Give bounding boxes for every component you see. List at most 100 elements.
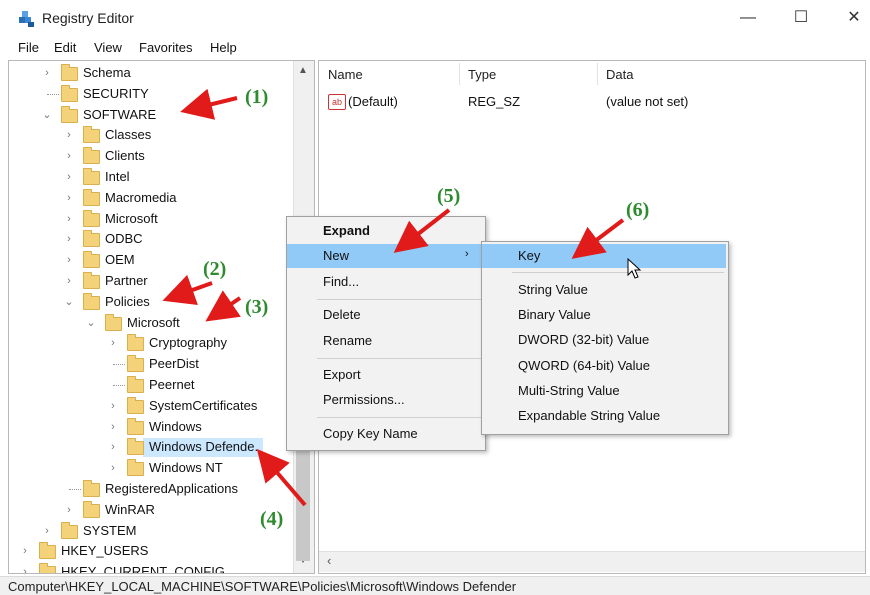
chevron-right-icon[interactable]: ›: [107, 333, 119, 353]
chevron-down-icon[interactable]: ⌄: [63, 292, 75, 312]
folder-icon: [61, 64, 78, 81]
chevron-right-icon[interactable]: ›: [63, 250, 75, 270]
menu-find[interactable]: Find...: [287, 270, 485, 294]
tree-item-label: Windows NT: [149, 460, 223, 476]
menu-permissions[interactable]: Permissions...: [287, 388, 485, 412]
submenu-expandable-string-value[interactable]: Expandable String Value: [482, 404, 726, 428]
folder-icon: [105, 313, 122, 331]
tree-item-label: HKEY_USERS: [61, 543, 149, 559]
menu-help[interactable]: Help: [210, 40, 237, 55]
tree-item-label: Schema: [83, 65, 131, 80]
submenu-chevron-icon: ›: [465, 248, 469, 260]
chevron-right-icon[interactable]: ›: [63, 125, 75, 145]
folder-icon: [83, 251, 100, 269]
tree-item-label: Microsoft: [105, 210, 158, 226]
chevron-right-icon[interactable]: ›: [63, 271, 75, 291]
folder-icon: [83, 272, 100, 289]
submenu-qword-value[interactable]: QWORD (64-bit) Value: [482, 354, 726, 378]
chevron-right-icon[interactable]: ›: [41, 521, 53, 541]
chevron-right-icon[interactable]: ›: [107, 437, 119, 457]
tree-item-label: Clients: [105, 148, 145, 164]
folder-icon: [83, 230, 100, 248]
tree-item-label: Intel: [105, 169, 130, 184]
values-horizontal-scrollbar[interactable]: ‹: [319, 551, 865, 572]
column-header-name[interactable]: Name: [328, 67, 363, 82]
new-submenu: Key String Value Binary Value DWORD (32-…: [481, 241, 729, 435]
title-bar: Registry Editor — ☐ ✕: [0, 0, 870, 36]
chevron-right-icon[interactable]: ›: [19, 541, 31, 561]
scroll-up-icon[interactable]: ▲: [298, 65, 308, 76]
folder-icon: [61, 521, 78, 539]
string-value-icon: ab: [328, 94, 346, 110]
menu-view[interactable]: View: [94, 40, 122, 55]
column-header-data[interactable]: Data: [606, 67, 633, 82]
chevron-right-icon[interactable]: ›: [63, 500, 75, 520]
column-header-type[interactable]: Type: [468, 67, 496, 82]
folder-icon: [83, 126, 100, 144]
tree-item-label: WinRAR: [105, 501, 155, 517]
value-data: (value not set): [606, 94, 689, 109]
value-type: REG_SZ: [468, 94, 521, 109]
tree-item-label: ODBC: [105, 231, 143, 247]
chevron-right-icon[interactable]: ›: [63, 146, 75, 166]
maximize-button[interactable]: ☐: [783, 6, 819, 30]
folder-icon: [83, 147, 100, 165]
chevron-right-icon[interactable]: ›: [107, 458, 119, 478]
annotation-label-2: (2): [203, 258, 227, 280]
close-button[interactable]: ✕: [836, 6, 870, 30]
tree-item-label: PeerDist: [149, 356, 199, 372]
chevron-down-icon[interactable]: ⌄: [85, 313, 97, 333]
minimize-button[interactable]: —: [730, 6, 766, 30]
tree-item-label: HKEY_CURRENT_CONFIG: [61, 564, 225, 574]
tree-item-label: SYSTEM: [83, 522, 137, 538]
submenu-dword-value[interactable]: DWORD (32-bit) Value: [482, 328, 726, 352]
chevron-right-icon[interactable]: ›: [107, 417, 119, 437]
submenu-string-value[interactable]: String Value: [482, 278, 726, 302]
menu-copy-key-name[interactable]: Copy Key Name: [287, 422, 485, 446]
submenu-binary-value[interactable]: Binary Value: [482, 303, 726, 327]
annotation-label-6: (6): [626, 199, 650, 221]
folder-icon: [127, 438, 144, 456]
folder-icon: [127, 376, 144, 393]
menu-file[interactable]: File: [18, 40, 39, 55]
tree-item-label: Policies: [105, 293, 150, 309]
tree-connector: [113, 385, 125, 386]
chevron-right-icon[interactable]: ›: [19, 562, 31, 573]
tree-connector: [113, 364, 125, 366]
menu-export[interactable]: Export: [287, 363, 485, 387]
menu-edit[interactable]: Edit: [54, 40, 76, 55]
submenu-multi-string-value[interactable]: Multi-String Value: [482, 379, 726, 403]
annotation-label-4: (4): [260, 508, 284, 530]
key-tree-pane[interactable]: › Schema SECURITY ⌄ SOFTWARE › Classes › Clients…: [8, 60, 315, 574]
chevron-right-icon[interactable]: ›: [63, 229, 75, 249]
folder-icon: [39, 563, 56, 573]
folder-icon: [83, 209, 100, 227]
tree-item-label: Windows Defende.: [149, 439, 259, 455]
menu-delete[interactable]: Delete: [287, 303, 485, 327]
window-title: Registry Editor: [42, 10, 134, 26]
tree-item-label: Microsoft: [127, 314, 180, 330]
mouse-cursor-icon: [627, 258, 642, 279]
tree-item-label: Cryptography: [149, 335, 228, 351]
chevron-right-icon[interactable]: ›: [63, 209, 75, 229]
chevron-right-icon[interactable]: ›: [41, 63, 53, 83]
menu-rename[interactable]: Rename: [287, 329, 485, 353]
annotation-label-3: (3): [245, 296, 269, 318]
status-bar: Computer\HKEY_LOCAL_MACHINE\SOFTWARE\Pol…: [0, 576, 870, 595]
menu-new[interactable]: New: [287, 244, 485, 268]
menu-favorites[interactable]: Favorites: [139, 40, 192, 55]
tree-connector: [47, 93, 59, 95]
submenu-key[interactable]: Key: [482, 244, 726, 268]
chevron-right-icon[interactable]: ›: [63, 167, 75, 187]
chevron-right-icon[interactable]: ›: [63, 188, 75, 208]
chevron-right-icon[interactable]: ›: [107, 396, 119, 416]
folder-icon: [83, 292, 100, 310]
tree-item-label: OEM: [105, 252, 135, 268]
scroll-left-icon[interactable]: ‹: [327, 553, 331, 568]
chevron-down-icon[interactable]: ⌄: [41, 105, 53, 125]
tree-item-label: Windows: [149, 418, 202, 434]
folder-icon: [83, 168, 100, 185]
menu-expand[interactable]: Expand: [287, 219, 485, 243]
context-menu: Expand New › Find... Delete Rename Expor…: [286, 216, 486, 451]
menu-bar: File Edit View Favorites Help: [0, 38, 870, 58]
